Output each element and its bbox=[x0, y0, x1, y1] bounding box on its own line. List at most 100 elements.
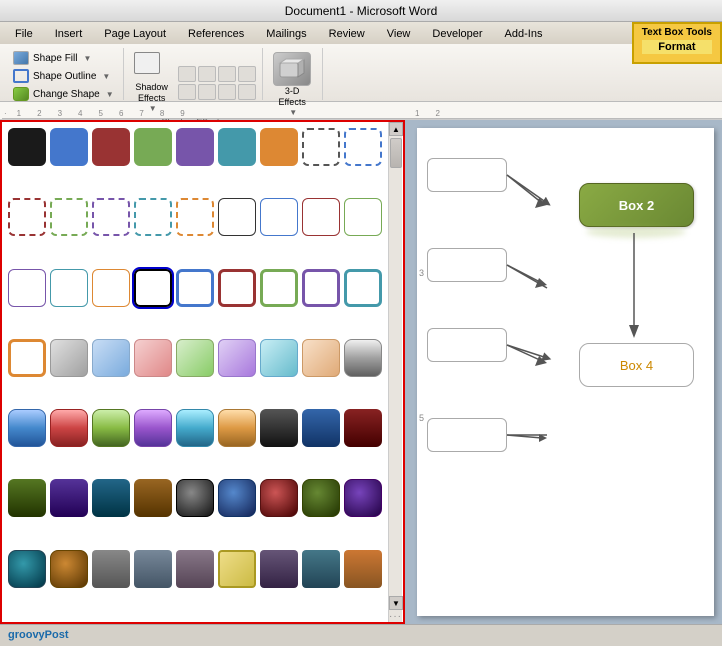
shape-item[interactable] bbox=[134, 128, 172, 166]
shape-item[interactable] bbox=[344, 269, 382, 307]
shape-item[interactable] bbox=[50, 339, 88, 377]
shape-item[interactable] bbox=[92, 198, 130, 236]
tab-file[interactable]: File bbox=[4, 24, 44, 44]
shape-item[interactable] bbox=[50, 409, 88, 447]
shadow-grid-btn[interactable] bbox=[218, 84, 236, 100]
shape-item[interactable] bbox=[260, 198, 298, 236]
shape-item[interactable] bbox=[92, 339, 130, 377]
shape-item[interactable] bbox=[50, 479, 88, 517]
shape-item[interactable] bbox=[92, 269, 130, 307]
shape-item[interactable] bbox=[134, 550, 172, 588]
shape-item[interactable] bbox=[50, 550, 88, 588]
tab-add-ins[interactable]: Add-Ins bbox=[494, 24, 554, 44]
shape-item-yellow[interactable] bbox=[218, 550, 256, 588]
tab-review[interactable]: Review bbox=[318, 24, 376, 44]
shape-item[interactable] bbox=[8, 128, 46, 166]
shape-item[interactable] bbox=[218, 198, 256, 236]
scrollbar-thumb[interactable] bbox=[390, 138, 402, 168]
3d-effects-label: 3-DEffects bbox=[278, 86, 305, 108]
shadow-effects-button[interactable]: ShadowEffects ▼ bbox=[130, 50, 174, 115]
shape-item[interactable] bbox=[8, 198, 46, 236]
tab-view[interactable]: View bbox=[376, 24, 422, 44]
shadow-grid-btn[interactable] bbox=[178, 66, 196, 82]
shadow-grid-btn[interactable] bbox=[218, 66, 236, 82]
ruler-ticks: · 1 2 3 4 5 6 7 8 9 bbox=[2, 109, 407, 119]
shape-item[interactable] bbox=[176, 198, 214, 236]
tab-mailings[interactable]: Mailings bbox=[255, 24, 317, 44]
shape-item[interactable] bbox=[344, 479, 382, 517]
shape-item[interactable] bbox=[50, 269, 88, 307]
shape-item[interactable] bbox=[344, 339, 382, 377]
shape-item[interactable] bbox=[176, 550, 214, 588]
shape-item[interactable] bbox=[302, 198, 340, 236]
shape-item[interactable] bbox=[134, 198, 172, 236]
shape-item[interactable] bbox=[176, 269, 214, 307]
shape-item[interactable] bbox=[92, 550, 130, 588]
shape-fill-button[interactable]: Shape Fill ▼ bbox=[10, 50, 117, 66]
shape-panel-inner bbox=[2, 122, 388, 622]
shape-item[interactable] bbox=[176, 128, 214, 166]
shape-item[interactable] bbox=[344, 550, 382, 588]
shape-item[interactable] bbox=[176, 409, 214, 447]
scrollbar-down-arrow[interactable]: ▼ bbox=[389, 596, 403, 610]
shape-item[interactable] bbox=[260, 128, 298, 166]
shape-item[interactable] bbox=[8, 409, 46, 447]
shape-item-selected[interactable] bbox=[134, 269, 172, 307]
shape-item[interactable] bbox=[344, 128, 382, 166]
shape-outline-arrow: ▼ bbox=[102, 72, 110, 81]
shape-item[interactable] bbox=[344, 409, 382, 447]
tab-page-layout[interactable]: Page Layout bbox=[93, 24, 177, 44]
shape-item[interactable] bbox=[8, 269, 46, 307]
tab-developer[interactable]: Developer bbox=[421, 24, 493, 44]
shape-item[interactable] bbox=[260, 409, 298, 447]
shape-item[interactable] bbox=[218, 269, 256, 307]
shape-fill-arrow: ▼ bbox=[83, 54, 91, 63]
shadow-grid-btn[interactable] bbox=[238, 84, 256, 100]
shape-item[interactable] bbox=[218, 479, 256, 517]
shape-item[interactable] bbox=[302, 269, 340, 307]
shape-item[interactable] bbox=[260, 550, 298, 588]
context-tab-format[interactable]: Format bbox=[642, 40, 712, 54]
shape-item[interactable] bbox=[92, 409, 130, 447]
shape-item[interactable] bbox=[176, 479, 214, 517]
shape-item[interactable] bbox=[134, 479, 172, 517]
shape-item[interactable] bbox=[260, 339, 298, 377]
shape-item[interactable] bbox=[134, 339, 172, 377]
shadow-effects-label: ShadowEffects bbox=[135, 82, 168, 104]
change-shape-button[interactable]: Change Shape ▼ bbox=[10, 86, 117, 102]
shape-item[interactable] bbox=[92, 128, 130, 166]
shape-item[interactable] bbox=[218, 128, 256, 166]
shape-item[interactable] bbox=[8, 339, 46, 377]
shape-item[interactable] bbox=[302, 479, 340, 517]
shadow-grid-btn[interactable] bbox=[238, 66, 256, 82]
title-bar: Document1 - Microsoft Word bbox=[0, 0, 722, 22]
shape-item[interactable] bbox=[302, 128, 340, 166]
shadow-grid-btn[interactable] bbox=[198, 84, 216, 100]
shape-item[interactable] bbox=[92, 479, 130, 517]
tab-references[interactable]: References bbox=[177, 24, 255, 44]
change-shape-label: Change Shape bbox=[33, 89, 100, 100]
shape-item[interactable] bbox=[302, 339, 340, 377]
tab-insert[interactable]: Insert bbox=[44, 24, 94, 44]
shape-item[interactable] bbox=[50, 198, 88, 236]
shape-item[interactable] bbox=[260, 479, 298, 517]
shape-item[interactable] bbox=[218, 339, 256, 377]
shape-item[interactable] bbox=[344, 198, 382, 236]
shape-item[interactable] bbox=[8, 550, 46, 588]
shape-item[interactable] bbox=[218, 409, 256, 447]
shape-item[interactable] bbox=[8, 479, 46, 517]
shadow-grid-btn[interactable] bbox=[178, 84, 196, 100]
shape-item[interactable] bbox=[260, 269, 298, 307]
shape-item[interactable] bbox=[302, 409, 340, 447]
shape-outline-button[interactable]: Shape Outline ▼ bbox=[10, 68, 117, 84]
shape-item[interactable] bbox=[134, 409, 172, 447]
shape-item[interactable] bbox=[50, 128, 88, 166]
scrollbar-up-arrow[interactable]: ▲ bbox=[389, 122, 403, 136]
shape-styles-group: Shape Fill ▼ Shape Outline ▼ Change Shap… bbox=[4, 48, 124, 100]
shape-item[interactable] bbox=[302, 550, 340, 588]
doc-area: Box 2 Box 4 3 5 bbox=[405, 120, 722, 624]
shape-outline-label: Shape Outline bbox=[33, 71, 96, 82]
doc-background: Box 2 Box 4 3 5 bbox=[405, 120, 722, 624]
shadow-grid-btn[interactable] bbox=[198, 66, 216, 82]
shape-item[interactable] bbox=[176, 339, 214, 377]
